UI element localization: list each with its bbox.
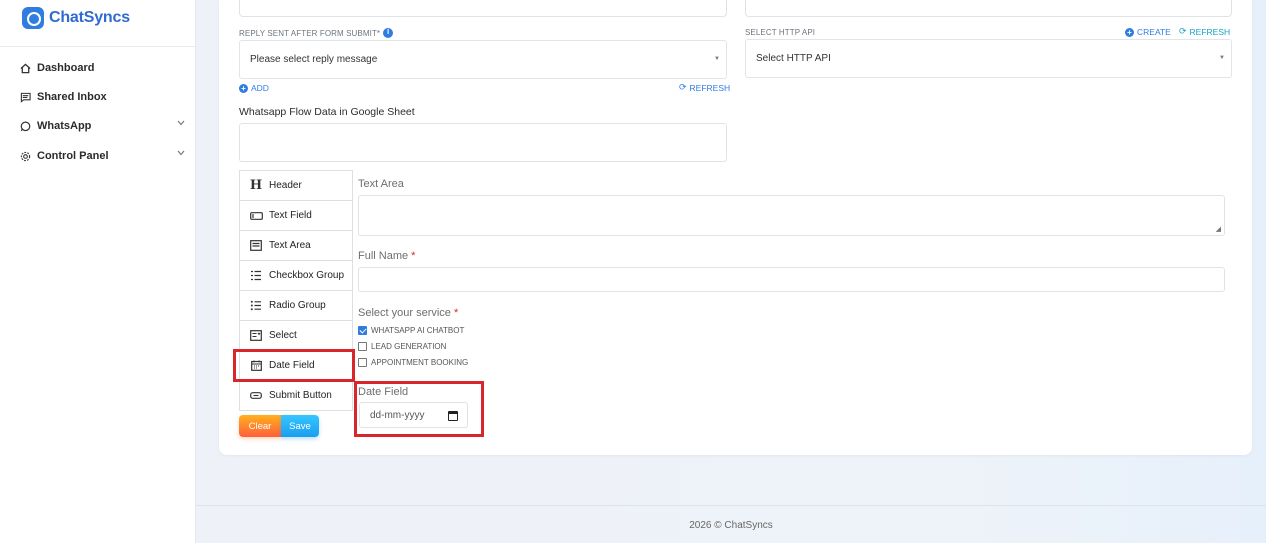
palette-item-label: Radio Group [269, 300, 326, 311]
stage-text-area-label: Text Area [358, 178, 404, 190]
clear-button[interactable]: Clear [239, 415, 281, 437]
select-icon [249, 330, 263, 341]
service-option-3[interactable]: APPOINTMENT BOOKING [358, 358, 468, 367]
google-sheet-input[interactable] [239, 123, 727, 162]
chevron-down-icon [177, 148, 185, 159]
refresh-link-label: REFRESH [689, 82, 731, 93]
palette-item-select[interactable]: Select [239, 320, 353, 351]
checkbox-checked-icon[interactable] [358, 326, 367, 335]
refresh-reply-link[interactable]: ⟳ REFRESH [679, 82, 730, 93]
palette-item-label: Checkbox Group [269, 270, 345, 281]
text-area-icon [249, 240, 263, 251]
refresh-icon: ⟳ [1179, 26, 1187, 36]
checkbox-icon[interactable] [358, 358, 367, 367]
checkbox-group-icon [249, 270, 263, 281]
palette-item-label: Select [269, 330, 297, 341]
text-field-icon [249, 211, 263, 220]
palette-item-label: Header [269, 180, 302, 191]
palette-item-checkbox-group[interactable]: Checkbox Group [239, 260, 353, 291]
stage-text-area[interactable]: ◢ [358, 195, 1225, 236]
create-http-api-link[interactable]: + CREATE [1125, 27, 1171, 37]
service-option-2[interactable]: LEAD GENERATION [358, 342, 446, 351]
button-icon [249, 392, 263, 399]
required-asterisk: * [411, 250, 416, 262]
save-button[interactable]: Save [281, 415, 319, 437]
service-label-text: Select your service [358, 307, 451, 319]
sidebar-item-whatsapp[interactable]: WhatsApp [19, 116, 187, 136]
required-asterisk: * [453, 307, 459, 319]
http-api-select-value: Select HTTP API [756, 53, 831, 64]
checkbox-icon[interactable] [358, 342, 367, 351]
stage-full-name-input[interactable] [358, 267, 1225, 292]
sidebar-item-label: Shared Inbox [37, 91, 107, 103]
add-link-label: ADD [251, 83, 269, 93]
google-sheet-label: Whatsapp Flow Data in Google Sheet [239, 106, 415, 118]
previous-input-left[interactable] [239, 0, 727, 17]
refresh-link-label: REFRESH [1189, 26, 1231, 37]
refresh-http-api-link[interactable]: ⟳ REFRESH [1179, 26, 1230, 37]
whatsapp-icon [19, 120, 31, 132]
plus-circle-icon: + [1125, 27, 1134, 37]
resize-handle-icon[interactable]: ◢ [1216, 225, 1221, 233]
footer-divider [196, 505, 1266, 506]
form-builder-card: REPLY SENT AFTER FORM SUBMIT* i Please s… [219, 0, 1252, 455]
reply-message-select[interactable]: Please select reply message ▼ [239, 40, 727, 79]
reply-label-text: REPLY SENT AFTER FORM SUBMIT* [239, 28, 381, 38]
inbox-icon [19, 91, 31, 103]
palette-item-header[interactable]: H Header [239, 170, 353, 201]
http-api-label: SELECT HTTP API [745, 28, 815, 37]
gear-icon [19, 150, 31, 162]
brand-logo[interactable]: ChatSyncs [22, 7, 130, 29]
sidebar-divider [0, 46, 195, 47]
plus-circle-icon: + [239, 83, 248, 93]
reply-select-value: Please select reply message [250, 54, 378, 65]
stage-date-highlight [354, 381, 484, 437]
sidebar-item-label: WhatsApp [37, 120, 92, 132]
add-reply-link[interactable]: + ADD [239, 83, 269, 93]
palette-item-text-area[interactable]: Text Area [239, 230, 353, 261]
http-api-label-text: SELECT HTTP API [745, 28, 816, 37]
chevron-down-icon [177, 118, 185, 129]
chat-logo-icon [22, 7, 44, 29]
sidebar-item-label: Dashboard [37, 62, 95, 74]
http-api-select[interactable]: Select HTTP API ▼ [745, 39, 1232, 78]
palette-item-label: Submit Button [269, 390, 332, 401]
stage-full-name-label: Full Name * [358, 250, 415, 262]
sidebar-item-control-panel[interactable]: Control Panel [19, 146, 187, 166]
footer-text: 2026 © ChatSyncs [689, 520, 773, 531]
service-option-1[interactable]: WHATSAPP AI CHATBOT [358, 326, 464, 335]
sidebar: ChatSyncs Dashboard Shared Inbox WhatsAp… [0, 0, 196, 543]
caret-down-icon: ▼ [1219, 55, 1225, 61]
radio-group-icon [249, 300, 263, 311]
create-link-label: CREATE [1137, 27, 1171, 37]
sidebar-item-shared-inbox[interactable]: Shared Inbox [19, 87, 187, 107]
palette-date-highlight [233, 349, 355, 382]
home-icon [19, 62, 31, 74]
palette-item-radio-group[interactable]: Radio Group [239, 290, 353, 321]
refresh-icon: ⟳ [679, 82, 687, 92]
palette-item-text-field[interactable]: Text Field [239, 200, 353, 231]
service-option-label: WHATSAPP AI CHATBOT [371, 326, 465, 335]
service-option-label: APPOINTMENT BOOKING [371, 358, 469, 367]
stage-service-label: Select your service * [358, 307, 458, 319]
reply-label: REPLY SENT AFTER FORM SUBMIT* i [239, 28, 394, 38]
palette-item-label: Text Field [269, 210, 312, 221]
full-name-label-text: Full Name [358, 250, 409, 262]
sidebar-item-label: Control Panel [37, 150, 109, 162]
palette-item-label: Text Area [269, 240, 311, 251]
info-icon[interactable]: i [383, 28, 394, 38]
previous-input-right[interactable] [745, 0, 1232, 17]
sidebar-item-dashboard[interactable]: Dashboard [19, 58, 187, 78]
caret-down-icon: ▼ [714, 56, 720, 62]
main-content: REPLY SENT AFTER FORM SUBMIT* i Please s… [196, 0, 1266, 543]
brand-name: ChatSyncs [49, 9, 130, 26]
service-option-label: LEAD GENERATION [371, 342, 447, 351]
palette-item-submit-button[interactable]: Submit Button [239, 380, 353, 411]
heading-icon: H [249, 178, 263, 193]
